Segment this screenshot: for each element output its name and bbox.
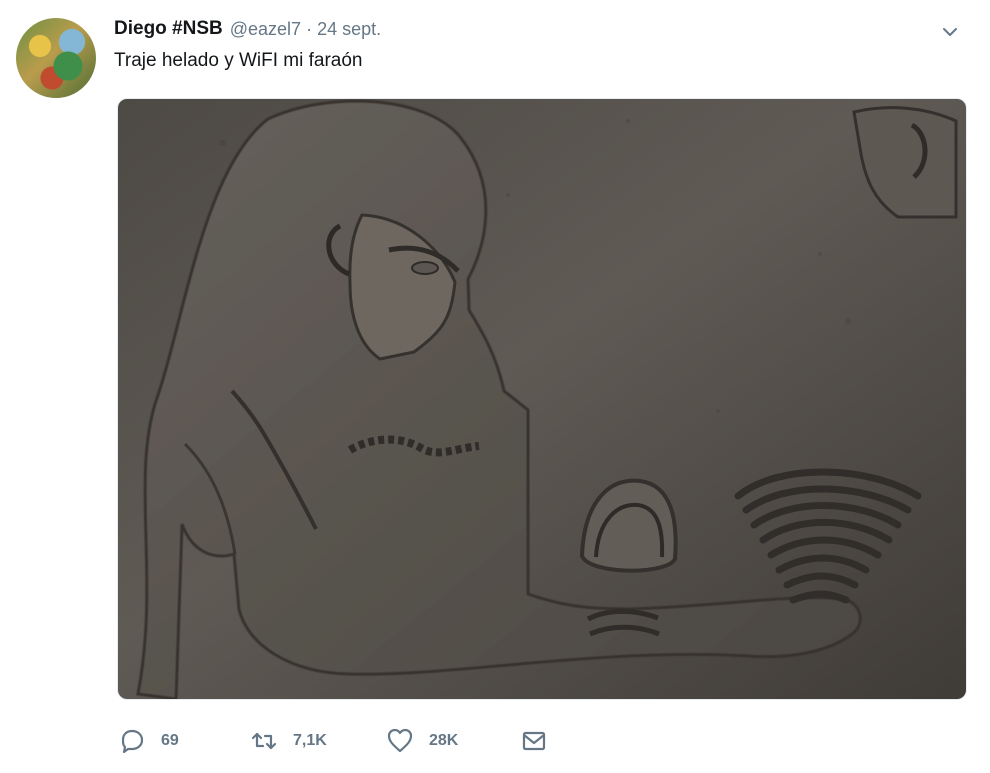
egyptian-relief-photo xyxy=(118,99,966,699)
avatar[interactable] xyxy=(16,18,96,98)
like-count: 28K xyxy=(429,732,459,749)
author-name[interactable]: Diego #NSB xyxy=(114,18,223,40)
tweet-date[interactable]: 24 sept. xyxy=(317,19,381,40)
like-button[interactable]: 28K xyxy=(386,724,458,758)
chevron-down-icon[interactable] xyxy=(940,22,960,42)
retweet-icon xyxy=(251,732,277,750)
separator-dot: · xyxy=(306,18,313,39)
reply-count: 69 xyxy=(161,732,179,749)
retweet-button[interactable]: 7,1K xyxy=(250,724,327,758)
reply-button[interactable]: 69 xyxy=(118,724,179,758)
mail-icon xyxy=(522,731,546,751)
tweet-actions: 69 7,1K 28K xyxy=(118,724,578,758)
tweet-card[interactable]: Diego #NSB @eazel7 · 24 sept. Traje hela… xyxy=(0,0,990,773)
tweet-header: Diego #NSB @eazel7 · 24 sept. xyxy=(114,16,381,42)
retweet-count: 7,1K xyxy=(293,732,327,749)
direct-message-button[interactable] xyxy=(520,724,563,758)
author-handle[interactable]: @eazel7 xyxy=(230,19,301,40)
reply-icon xyxy=(121,729,144,754)
tweet-media[interactable] xyxy=(117,98,967,700)
tweet-text: Traje helado y WiFI mi faraón xyxy=(114,50,363,71)
heart-icon xyxy=(387,728,413,753)
